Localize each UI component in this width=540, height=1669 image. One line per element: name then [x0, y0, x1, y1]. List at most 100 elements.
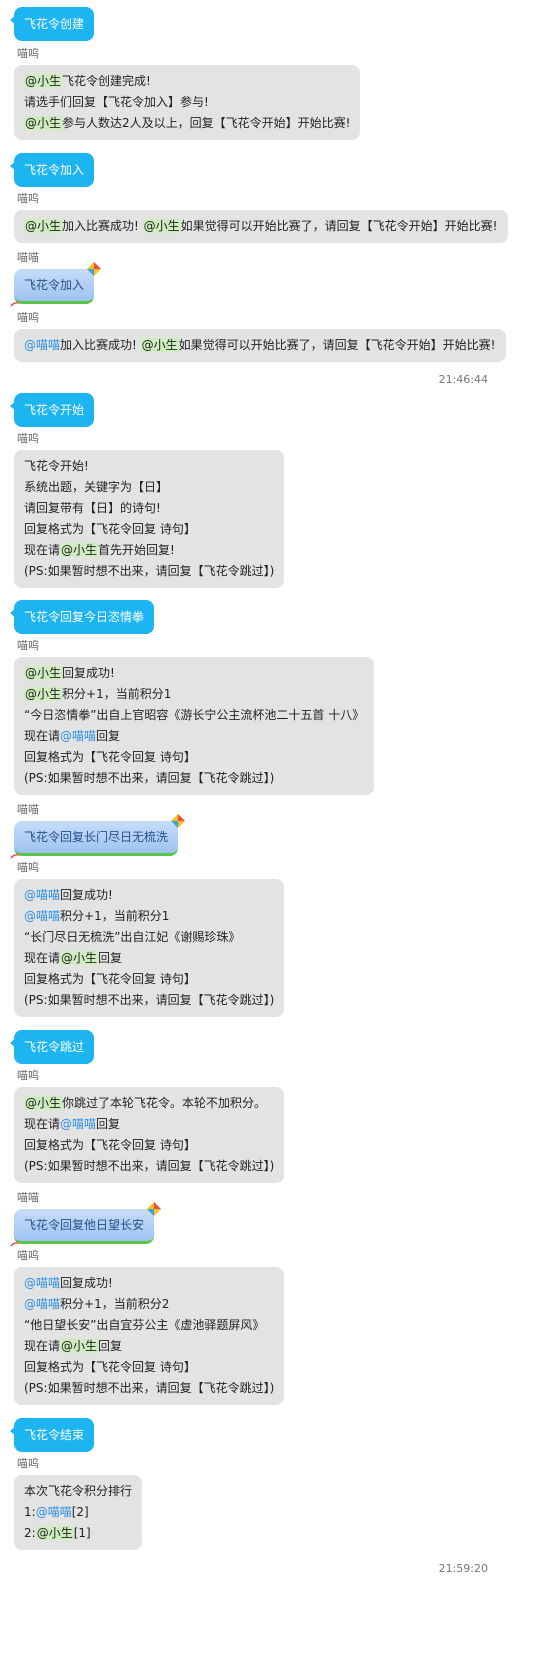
message-line: 2:@小生[1]	[24, 1523, 132, 1544]
mention-tag[interactable]: @小生	[60, 543, 99, 557]
mention-tag[interactable]: @喵喵	[24, 1276, 60, 1290]
sent-message-bubble[interactable]: 飞花令回复今日恣情拳	[9, 600, 155, 634]
mention-tag[interactable]: @小生	[60, 951, 99, 965]
bot-message-bubble: 飞花令开始! 系统出题，关键字为【日】 请回复带有【日】的诗句! 回复格式为【飞花令回…	[14, 450, 285, 588]
mention-tag[interactable]: @喵喵	[24, 888, 60, 902]
mention-tag[interactable]: @喵喵	[60, 1117, 96, 1131]
message-self: 飞花令创建	[9, 7, 95, 41]
message-line: (PS:如果暂时想不出来，请回复【飞花令跳过】)	[24, 990, 274, 1011]
message-line: “长门尽日无梳洗”出自江妃《谢赐珍珠》	[24, 927, 274, 948]
text-segment: “今日恣情拳”出自上官昭容《游长宁公主流杯池二十五首 十八》	[24, 708, 365, 722]
text-segment: (PS:如果暂时想不出来，请回复【飞花令跳过】)	[24, 1159, 275, 1173]
sender-name: 喵呜	[17, 861, 39, 874]
text-segment: 积分+1，当前积分1	[62, 687, 172, 701]
message-line: (PS:如果暂时想不出来，请回复【飞花令跳过】)	[24, 1156, 274, 1177]
text-segment: 回复成功!	[60, 888, 113, 902]
message-line: 1:@喵喵[2]	[24, 1502, 132, 1523]
message-line: @小生飞花令创建完成!	[24, 71, 350, 92]
message-line: @喵喵积分+1，当前积分2	[24, 1294, 274, 1315]
mention-tag[interactable]: @喵喵	[24, 338, 60, 352]
message-self: 飞花令结束	[9, 1418, 95, 1452]
sender-name: 喵喵	[17, 251, 39, 264]
message-line: 系统出题，关键字为【日】	[24, 477, 274, 498]
mention-tag[interactable]: @小生	[24, 1096, 63, 1110]
kite-icon	[87, 262, 102, 276]
sender-name: 喵呜	[17, 432, 39, 445]
sent-message-bubble[interactable]: 飞花令加入	[9, 153, 95, 187]
user-message-bubble[interactable]: 飞花令回复他日望长安	[10, 1202, 162, 1247]
bot-message-bubble: @喵喵加入比赛成功! @小生如果觉得可以开始比赛了，请回复【飞花令开始】开始比赛…	[14, 329, 506, 362]
text-segment: 积分+1，当前积分2	[60, 1297, 170, 1311]
bot-message-bubble: @小生飞花令创建完成! 请选手们回复【飞花令加入】参与! @小生参与人数达2人及以上…	[14, 65, 361, 140]
text-segment: 参与人数达2人及以上，回复【飞花令开始】开始比赛!	[62, 116, 351, 130]
sender-name: 喵喵	[17, 803, 39, 816]
message-line: 本次飞花令积分排行	[24, 1481, 132, 1502]
message-bot: 喵呜 @喵喵回复成功! @喵喵积分+1，当前积分2 “他日望长安”出自宜芬公主《虚池驿…	[14, 1249, 285, 1405]
mention-tag[interactable]: @小生	[142, 219, 181, 233]
text-segment: 回复格式为【飞花令回复 诗句】	[24, 1360, 196, 1374]
text-segment: 现在请	[24, 951, 61, 965]
bot-message-bubble: @小生你跳过了本轮飞花令。本轮不加积分。 现在请@喵喵回复 回复格式为【飞花令回复 …	[14, 1087, 285, 1183]
message-self: 飞花令加入	[9, 153, 95, 187]
bot-message-bubble: 本次飞花令积分排行 1:@喵喵[2] 2:@小生[1]	[14, 1475, 143, 1550]
message-line: (PS:如果暂时想不出来，请回复【飞花令跳过】)	[24, 768, 364, 789]
mention-tag[interactable]: @喵喵	[36, 1505, 72, 1519]
mention-tag[interactable]: @喵喵	[60, 729, 96, 743]
message-text: 飞花令回复他日望长安	[24, 1218, 145, 1232]
message-text: 飞花令加入	[24, 278, 85, 292]
text-segment: 你跳过了本轮飞花令。本轮不加积分。	[62, 1096, 267, 1110]
mention-tag[interactable]: @小生	[24, 666, 63, 680]
mention-tag[interactable]: @小生	[24, 116, 63, 130]
message-line: 回复格式为【飞花令回复 诗句】	[24, 1357, 274, 1378]
sent-message-bubble[interactable]: 飞花令跳过	[9, 1030, 95, 1064]
message-line: 现在请@小生回复	[24, 948, 274, 969]
mention-tag[interactable]: @喵喵	[24, 909, 60, 923]
text-segment: 回复成功!	[60, 1276, 113, 1290]
message-line: 现在请@喵喵回复	[24, 1114, 274, 1135]
message-self: 飞花令开始	[9, 393, 95, 427]
message-line: 回复格式为【飞花令回复 诗句】	[24, 519, 274, 540]
mention-tag[interactable]: @喵喵	[24, 1297, 60, 1311]
text-segment: 加入比赛成功!	[60, 338, 141, 352]
sent-message-bubble[interactable]: 飞花令开始	[9, 393, 95, 427]
message-self: 飞花令回复今日恣情拳	[9, 600, 155, 634]
mention-tag[interactable]: @小生	[60, 1339, 99, 1353]
message-self: 飞花令跳过	[9, 1030, 95, 1064]
mention-tag[interactable]: @小生	[35, 1526, 74, 1540]
user-message-bubble[interactable]: 飞花令回复长门尽日无梳洗	[10, 814, 186, 859]
text-segment: 回复	[96, 729, 121, 743]
message-line: (PS:如果暂时想不出来，请回复【飞花令跳过】)	[24, 561, 274, 582]
text-segment: (PS:如果暂时想不出来，请回复【飞花令跳过】)	[24, 1381, 275, 1395]
message-bot: 喵呜 @喵喵加入比赛成功! @小生如果觉得可以开始比赛了，请回复【飞花令开始】开始…	[14, 311, 506, 362]
ribbon-icon	[10, 854, 20, 859]
text-segment: 如果觉得可以开始比赛了，请回复【飞花令开始】开始比赛!	[180, 219, 498, 233]
sender-name: 喵呜	[17, 311, 39, 324]
message-line: @小生参与人数达2人及以上，回复【飞花令开始】开始比赛!	[24, 113, 350, 134]
message-line: 回复格式为【飞花令回复 诗句】	[24, 1135, 274, 1156]
sent-message-bubble[interactable]: 飞花令结束	[9, 1418, 95, 1452]
mention-tag[interactable]: @小生	[24, 687, 63, 701]
text-segment: 回复格式为【飞花令回复 诗句】	[24, 522, 196, 536]
message-line: 回复格式为【飞花令回复 诗句】	[24, 747, 364, 768]
message-bot: 喵呜 本次飞花令积分排行 1:@喵喵[2] 2:@小生[1]	[14, 1457, 143, 1550]
mention-tag[interactable]: @小生	[24, 74, 63, 88]
bot-message-bubble: @喵喵回复成功! @喵喵积分+1，当前积分1 “长门尽日无梳洗”出自江妃《谢赐珍珠》…	[14, 879, 285, 1017]
message-line: “今日恣情拳”出自上官昭容《游长宁公主流杯池二十五首 十八》	[24, 705, 364, 726]
sent-message-bubble[interactable]: 飞花令创建	[9, 7, 95, 41]
sender-name: 喵喵	[17, 1191, 39, 1204]
text-segment: 加入比赛成功!	[62, 219, 143, 233]
message-bot: 喵呜 @喵喵回复成功! @喵喵积分+1，当前积分1 “长门尽日无梳洗”出自江妃《谢赐珍…	[14, 861, 285, 1017]
text-segment: “他日望长安”出自宜芬公主《虚池驿题屏风》	[24, 1318, 265, 1332]
text-segment: [1]	[73, 1526, 91, 1540]
timestamp: 21:46:44	[438, 373, 488, 386]
message-line: 回复格式为【飞花令回复 诗句】	[24, 969, 274, 990]
message-line: @小生你跳过了本轮飞花令。本轮不加积分。	[24, 1093, 274, 1114]
text-segment: 回复	[98, 1339, 123, 1353]
user-message-bubble[interactable]: 飞花令加入	[10, 262, 102, 307]
message-line: 请选手们回复【飞花令加入】参与!	[24, 92, 350, 113]
ribbon-icon	[10, 302, 20, 307]
mention-tag[interactable]: @小生	[140, 338, 179, 352]
mention-tag[interactable]: @小生	[24, 219, 63, 233]
text-segment: 1:	[24, 1505, 36, 1519]
sender-name: 喵呜	[17, 1249, 39, 1262]
